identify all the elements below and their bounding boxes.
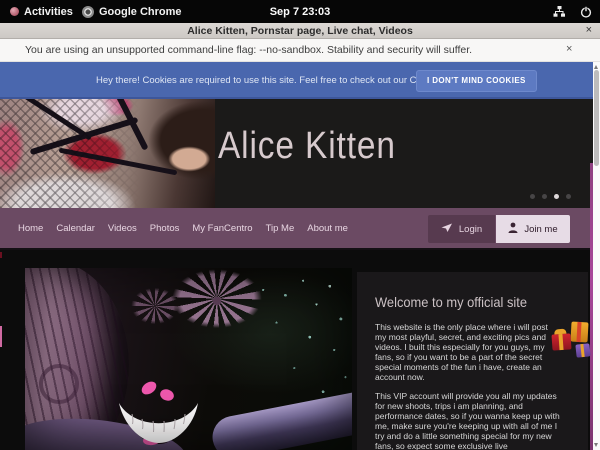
chrome-warning-bar: You are using an unsupported command-lin… [0,39,600,62]
chrome-icon [82,6,94,18]
join-me-button[interactable]: Join me [496,215,570,243]
main-navbar: Home Calendar Videos Photos My FanCentro… [0,208,593,250]
nav-list: Home Calendar Videos Photos My FanCentro… [18,208,348,248]
hero-art [113,99,148,151]
nav-item-home[interactable]: Home [18,223,43,234]
window-close-icon[interactable]: × [586,24,592,36]
gift-icon [570,322,588,343]
gift-icon [551,333,571,350]
person-icon [508,222,518,236]
scrollbar-down-arrow[interactable] [594,443,598,447]
activities-button[interactable]: Activities [10,0,73,23]
tree-swirl-art [39,364,79,404]
app-label: Google Chrome [99,6,182,18]
scrollbar-up-arrow[interactable] [594,65,598,69]
main-content: Welcome to my official site This website… [0,250,593,450]
gift-boxes-widget[interactable] [551,321,597,367]
hero-art [59,148,178,176]
welcome-paragraph-2: This VIP account will provide you all my… [375,392,560,450]
flower-art [117,278,193,334]
login-label: Login [459,224,482,235]
hero-photo [0,99,215,208]
hero-art [30,117,139,155]
carousel-dot-4[interactable] [566,194,571,199]
recording-dot-icon [10,7,19,16]
site-title: Alice Kitten [218,125,396,168]
desktop-screen: Sep 7 23:03 Activities Google Chrome [0,0,600,450]
send-arrow-icon [441,223,453,236]
nav-item-about-me[interactable]: About me [307,223,348,234]
active-app-menu[interactable]: Google Chrome [82,0,182,23]
accept-cookies-button[interactable]: I DON'T MIND COOKIES [416,70,537,92]
page-edge-accent [0,326,2,347]
join-me-label: Join me [524,224,557,235]
hero-art [12,99,92,141]
nav-item-tip-me[interactable]: Tip Me [266,223,295,234]
carousel-dot-1[interactable] [530,194,535,199]
system-tray[interactable] [553,0,592,23]
carousel-dots [530,194,571,199]
nav-item-videos[interactable]: Videos [108,223,137,234]
branch-art [209,380,352,450]
gift-icon [575,343,590,357]
network-icon[interactable] [553,6,566,17]
cheshire-smile-art [111,376,211,446]
system-top-bar: Sep 7 23:03 Activities Google Chrome [0,0,600,23]
scrollbar-thumb[interactable] [594,70,599,166]
warning-close-icon[interactable]: × [566,43,572,55]
login-button[interactable]: Login [428,215,495,243]
nav-item-my-fancentro[interactable]: My FanCentro [192,223,252,234]
nav-item-calendar[interactable]: Calendar [56,223,95,234]
cookie-banner: Hey there! Cookies are required to use t… [0,62,593,99]
nav-item-photos[interactable]: Photos [150,223,180,234]
sparkles-art [130,268,352,450]
warning-message: You are using an unsupported command-lin… [25,44,472,56]
carousel-dot-2[interactable] [542,194,547,199]
cheshire-cat-image [25,268,352,450]
activities-label: Activities [24,6,73,18]
welcome-heading: Welcome to my official site [375,294,545,310]
scrollbar[interactable] [593,62,600,450]
window-title: Alice Kitten, Pornstar page, Live chat, … [187,25,413,37]
welcome-paragraph-1: This website is the only place where i w… [375,323,560,382]
page-edge-accent [0,252,2,258]
tree-trunk-art [25,268,129,450]
site-header: Alice Kitten [0,99,593,208]
window-title-bar: Alice Kitten, Pornstar page, Live chat, … [0,23,600,39]
branch-art [25,411,190,450]
power-icon[interactable] [580,6,592,18]
carousel-dot-3-active[interactable] [554,194,559,199]
flower-art [140,268,280,338]
